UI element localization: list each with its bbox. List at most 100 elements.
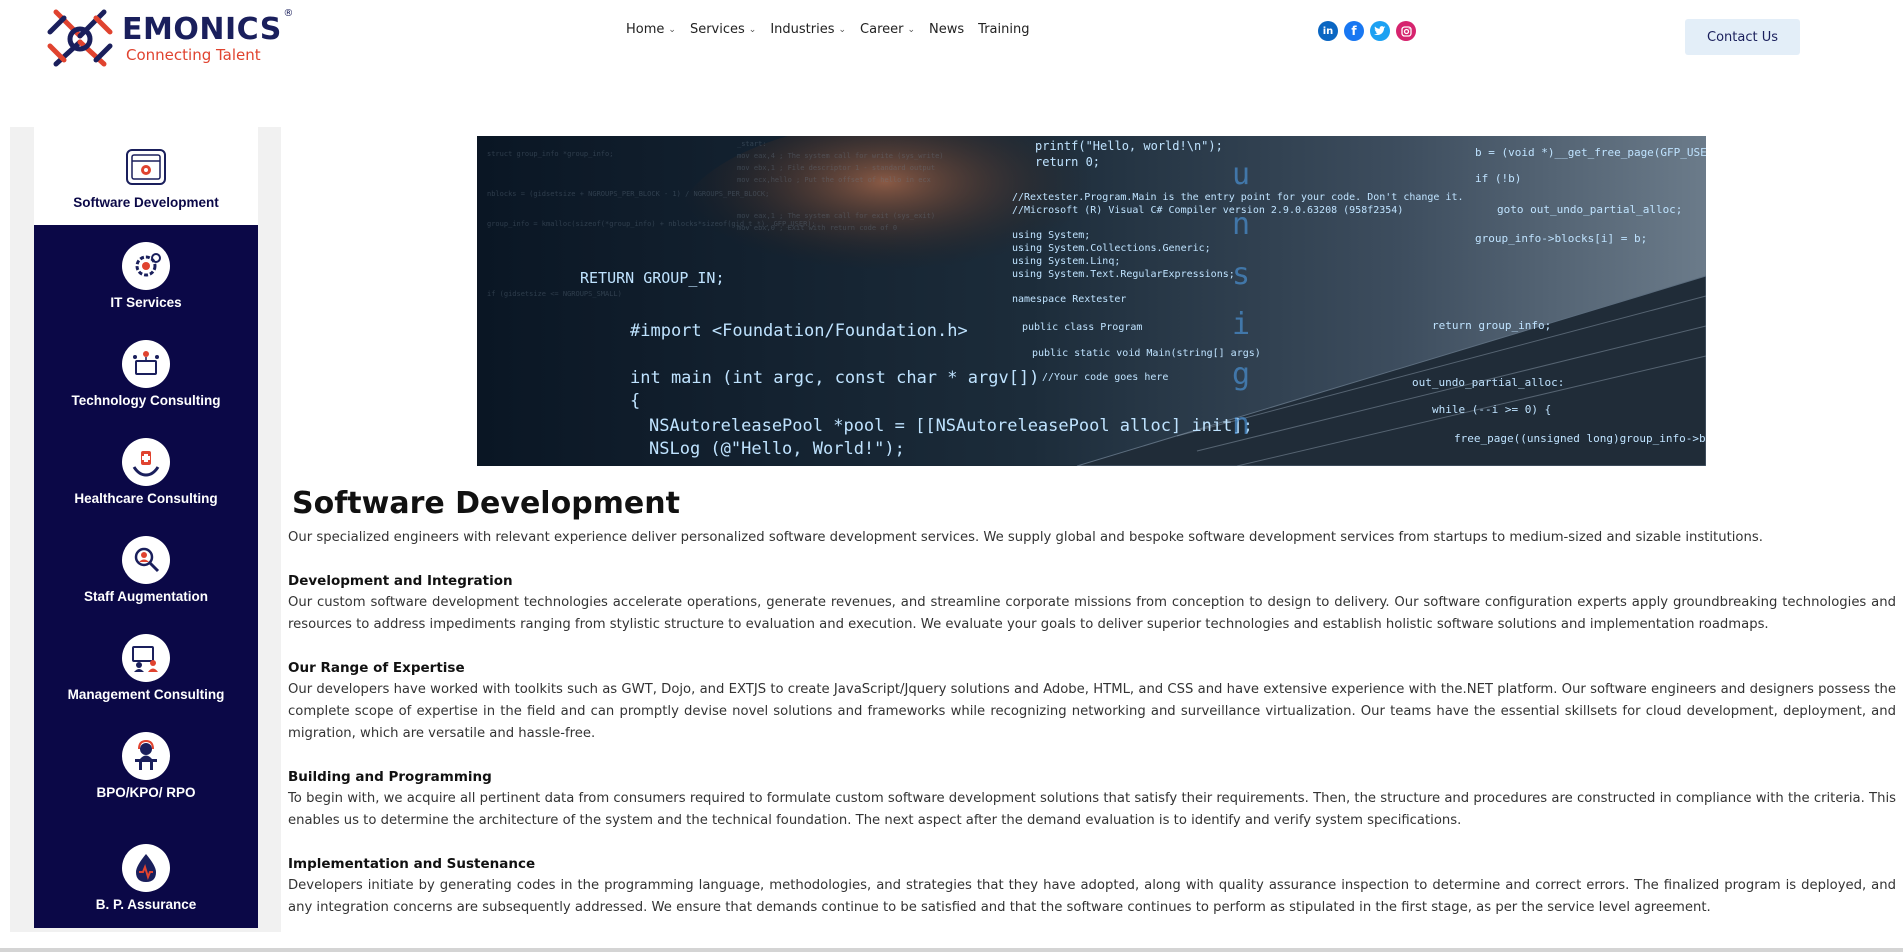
section-range-of-expertise: Our Range of Expertise Our developers ha… [288, 657, 1896, 745]
code-line: using System.Collections.Generic; [1012, 243, 1211, 254]
healthcare-icon [122, 438, 170, 486]
bpo-icon [122, 732, 170, 780]
staff-icon [122, 536, 170, 584]
sidebar-item-staff-augmentation[interactable]: Staff Augmentation [34, 519, 258, 617]
chevron-down-icon: ⌄ [838, 24, 847, 35]
intro-paragraph: Our specialized engineers with relevant … [288, 530, 1763, 545]
chevron-down-icon: ⌄ [748, 24, 757, 35]
site-header: EMONICS ® Connecting Talent Home ⌄ Service… [0, 0, 1903, 80]
code-line: NSLog (@"Hello, World!"); [649, 439, 905, 459]
hero-banner-image: RETURN GROUP_IN; #import <Foundation/Fou… [477, 136, 1706, 466]
code-line: while (--i >= 0) { [1432, 403, 1551, 416]
sidebar-item-healthcare-consulting[interactable]: Healthcare Consulting [34, 421, 258, 519]
linkedin-icon[interactable]: in [1318, 21, 1338, 41]
code-line: using System.Text.RegularExpressions; [1012, 269, 1235, 280]
assurance-icon [122, 844, 170, 892]
sidebar-item-label: Technology Consulting [71, 393, 221, 408]
chevron-down-icon: ⌄ [668, 24, 676, 35]
nav-career[interactable]: Career ⌄ [860, 22, 915, 37]
svg-text:struct group_info *group_info;: struct group_info *group_info; [487, 150, 613, 158]
nav-training[interactable]: Training [978, 22, 1029, 37]
svg-text:s: s [1232, 257, 1250, 292]
sidebar-item-software-development[interactable]: Software Development [34, 127, 258, 225]
section-heading: Implementation and Sustenance [288, 856, 536, 872]
sidebar-item-bpo-kpo-rpo[interactable]: BPO/KPO/ RPO [34, 715, 258, 813]
code-line: //Microsoft (R) Visual C# Compiler versi… [1012, 205, 1403, 216]
code-line: free_page((unsigned long)group_info->blo… [1454, 432, 1706, 445]
section-heading: Development and Integration [288, 573, 513, 589]
sidebar-item-management-consulting[interactable]: Management Consulting [34, 617, 258, 715]
svg-text:mov ebx,0 ; Exit with return c: mov ebx,0 ; Exit with return code of 0 [737, 224, 897, 232]
section-building-programming: Building and Programming To begin with, … [288, 766, 1896, 832]
code-line: public static void Main(string[] args) [1032, 348, 1261, 359]
code-line: out_undo_partial_alloc: [1412, 376, 1564, 389]
twitter-icon[interactable] [1370, 21, 1390, 41]
code-line: RETURN GROUP_IN; [580, 269, 725, 287]
code-line: using System.Linq; [1012, 256, 1120, 267]
code-line: public class Program [1022, 322, 1142, 333]
svg-text:mov ecx,hello ; Put the offset: mov ecx,hello ; Put the offset of hello … [737, 176, 931, 184]
svg-text:u: u [1232, 157, 1250, 192]
svg-text:if (gidsetsize <= NGROUPS_SMAL: if (gidsetsize <= NGROUPS_SMALL) [487, 290, 622, 298]
code-line: printf("Hello, world!\n"); [1035, 139, 1223, 153]
logo-mark-icon [42, 2, 118, 76]
page-title: Software Development [292, 486, 680, 521]
contact-us-button[interactable]: Contact Us [1685, 19, 1800, 55]
svg-text:mov eax,4 ; The system call fo: mov eax,4 ; The system call for write (s… [737, 152, 944, 160]
code-line: { [630, 391, 640, 411]
sidebar-item-label: Software Development [73, 195, 219, 210]
brand-tagline: Connecting Talent [126, 46, 261, 64]
horizontal-scrollbar[interactable] [0, 948, 1903, 952]
code-line: //Rextester.Program.Main is the entry po… [1012, 192, 1464, 203]
svg-text:mov ebx,1 ; File descriptor 1: mov ebx,1 ; File descriptor 1 - standard… [737, 164, 935, 172]
code-line: #import <Foundation/Foundation.h> [630, 321, 968, 341]
instagram-icon[interactable] [1396, 21, 1416, 41]
svg-text:_start:: _start: [737, 140, 767, 148]
svg-text:nblocks = (gidsetsize + NGROUP: nblocks = (gidsetsize + NGROUPS_PER_BLOC… [487, 190, 769, 198]
section-body: Our custom software development technolo… [288, 595, 1896, 632]
sidebar-item-label: Management Consulting [67, 687, 225, 702]
code-line: //Your code goes here [1042, 372, 1168, 383]
section-body: Our developers have worked with toolkits… [288, 682, 1896, 741]
technology-icon [122, 340, 170, 388]
chevron-down-icon: ⌄ [907, 24, 916, 35]
section-development-integration: Development and Integration Our custom s… [288, 570, 1896, 636]
sidebar-item-it-services[interactable]: IT Services [34, 225, 258, 323]
section-body: To begin with, we acquire all pertinent … [288, 791, 1896, 828]
svg-text:mov eax,1 ; The system call fo: mov eax,1 ; The system call for exit (sy… [737, 212, 935, 220]
code-line: goto out_undo_partial_alloc; [1497, 203, 1682, 216]
nav-industries[interactable]: Industries ⌄ [770, 22, 846, 37]
section-implementation-sustenance: Implementation and Sustenance Developers… [288, 853, 1896, 919]
code-line: using System; [1012, 230, 1090, 241]
sidebar-item-label: Staff Augmentation [84, 589, 208, 604]
code-line: b = (void *)__get_free_page(GFP_USER); [1475, 146, 1706, 159]
sidebar-item-label: IT Services [110, 295, 182, 310]
code-line: int main (int argc, const char * argv[]) [630, 368, 1039, 388]
services-sidebar: Software Development IT Services Technol… [10, 127, 281, 932]
main-nav: Home ⌄ Services ⌄ Industries ⌄ Career ⌄ News… [626, 22, 1043, 37]
code-line: group_info->blocks[i] = b; [1475, 232, 1647, 245]
code-line: NSAutoreleasePool *pool = [[NSAutoreleas… [649, 416, 1253, 436]
it-services-icon [122, 242, 170, 290]
sidebar-item-label: Healthcare Consulting [74, 491, 218, 506]
svg-text:n: n [1232, 207, 1250, 242]
facebook-icon[interactable]: f [1344, 21, 1364, 41]
main-content: Our specialized engineers with relevant … [288, 527, 1896, 940]
sidebar-item-bp-assurance[interactable]: B. P. Assurance [34, 827, 258, 925]
sidebar-item-label: B. P. Assurance [95, 897, 197, 912]
code-line: if (!b) [1475, 172, 1521, 185]
nav-services[interactable]: Services ⌄ [690, 22, 756, 37]
emonics-logo[interactable]: EMONICS ® Connecting Talent [42, 2, 294, 76]
sidebar-item-technology-consulting[interactable]: Technology Consulting [34, 323, 258, 421]
social-links: in f [1318, 21, 1416, 41]
brand-name: EMONICS ® [122, 8, 294, 47]
code-line: namespace Rextester [1012, 294, 1126, 305]
svg-text:n: n [1232, 407, 1250, 442]
code-line: return 0; [1035, 155, 1100, 169]
nav-home[interactable]: Home ⌄ [626, 22, 676, 37]
svg-text:i: i [1232, 307, 1250, 342]
software-icon [126, 149, 166, 185]
section-heading: Our Range of Expertise [288, 660, 465, 676]
section-heading: Building and Programming [288, 769, 492, 785]
nav-news[interactable]: News [929, 22, 964, 37]
